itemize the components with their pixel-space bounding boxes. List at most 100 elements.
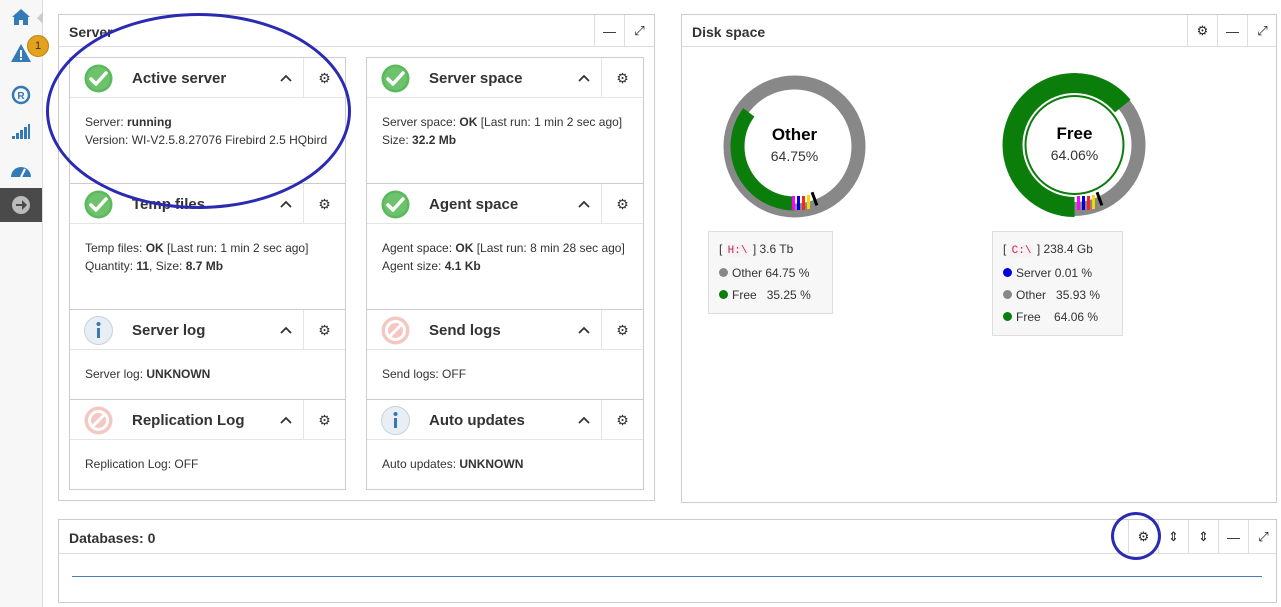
expand-button[interactable]: ⤢ xyxy=(1247,15,1277,47)
status-card-agent-space: Agent space ⚙ Agent space: OK [Last run: 8… xyxy=(366,183,644,310)
card-header: Auto updates ⚙ xyxy=(367,400,643,440)
card-settings-button[interactable]: ⚙ xyxy=(601,58,643,98)
legend-dot xyxy=(719,268,728,277)
disk-h-legend: [ H:\ ] 3.6 Tb Other 64.75 % Free 35.25 … xyxy=(708,231,833,314)
chevron-up-icon xyxy=(578,416,590,424)
replication-icon[interactable]: R xyxy=(0,78,42,112)
card-value: 32.2 Mb xyxy=(412,133,457,147)
collapse-button[interactable] xyxy=(569,184,599,224)
card-header: Send logs ⚙ xyxy=(367,310,643,350)
home-icon[interactable] xyxy=(0,0,42,34)
card-value: OK xyxy=(145,241,164,255)
gear-icon: ⚙ xyxy=(616,69,629,86)
minus-icon: — xyxy=(603,23,616,39)
minus-icon: — xyxy=(1227,529,1240,545)
legend-name: Other xyxy=(1016,288,1047,302)
donut-slice xyxy=(792,196,795,210)
expand-button[interactable]: ⤢ xyxy=(624,15,654,47)
minimize-button[interactable]: — xyxy=(1218,520,1248,554)
legend-dot xyxy=(1003,268,1012,277)
donut-slice xyxy=(1087,196,1090,210)
card-title: Server space xyxy=(429,70,523,87)
alert-badge: 1 xyxy=(27,35,49,57)
drive-label: H:\ xyxy=(725,245,750,257)
expand-icon: ⤢ xyxy=(634,23,645,38)
donut-slice xyxy=(807,195,810,209)
left-sidebar: 1 R xyxy=(0,0,49,607)
card-text: Send logs: OFF xyxy=(382,367,467,381)
sort-icon: ⇕ xyxy=(1198,529,1209,544)
card-value: UNKNOWN xyxy=(146,367,211,381)
dashboard-icon[interactable] xyxy=(0,153,42,187)
collapse-button[interactable] xyxy=(271,310,301,350)
donut-slice xyxy=(1082,196,1085,210)
sort-icon: ⇕ xyxy=(1168,529,1179,544)
card-header: Replication Log ⚙ xyxy=(70,400,345,440)
legend-header: [ C:\ ] 238.4 Gb xyxy=(1003,242,1093,257)
disk-h-donut: Other 64.75% xyxy=(723,75,866,218)
databases-panel: Databases: 0 ⚙ ⇕ ⇕ — ⤢ xyxy=(58,519,1277,603)
card-body: Send logs: OFF xyxy=(382,365,633,383)
collapse-button[interactable] xyxy=(569,310,599,350)
card-value: OK xyxy=(455,241,474,255)
card-text: Temp files: xyxy=(85,241,146,255)
donut-slice xyxy=(1092,195,1095,209)
card-settings-button[interactable]: ⚙ xyxy=(303,400,345,440)
expand-icon: ⤢ xyxy=(1257,23,1268,38)
card-text: Replication Log: OFF xyxy=(85,457,199,471)
card-body: Agent space: OK [Last run: 8 min 28 sec … xyxy=(382,239,633,275)
card-title: Agent space xyxy=(429,196,519,213)
disk-panel-header: Disk space ⚙ — ⤢ xyxy=(682,15,1276,47)
gear-icon: ⚙ xyxy=(616,195,629,212)
collapse-button[interactable] xyxy=(569,58,599,98)
drive-size: 3.6 Tb xyxy=(759,242,794,256)
settings-button[interactable]: ⚙ xyxy=(1187,15,1217,47)
legend-item: Server 0.01 % xyxy=(1003,262,1112,284)
chevron-up-icon xyxy=(280,200,292,208)
gear-icon: ⚙ xyxy=(318,411,331,428)
check-circle-icon xyxy=(84,190,113,219)
card-header: Agent space ⚙ xyxy=(367,184,643,224)
minimize-button[interactable]: — xyxy=(594,15,624,47)
databases-divider xyxy=(72,576,1262,577)
collapse-button[interactable] xyxy=(569,400,599,440)
legend-name: Server xyxy=(1016,266,1052,280)
arrow-right-icon[interactable] xyxy=(0,188,42,222)
legend-dot xyxy=(1003,290,1012,299)
expand-button[interactable]: ⤢ xyxy=(1248,520,1278,554)
legend-item: Other 35.93 % xyxy=(1003,284,1112,306)
donut-label: Free xyxy=(1057,124,1093,143)
card-value: UNKNOWN xyxy=(459,457,524,471)
drive-size: 238.4 Gb xyxy=(1043,242,1093,256)
drive-label: C:\ xyxy=(1009,245,1034,257)
legend-value: 64.75 % xyxy=(765,266,810,280)
gear-icon: ⚙ xyxy=(1196,23,1209,38)
donut-percent: 64.75% xyxy=(771,148,818,164)
card-settings-button[interactable]: ⚙ xyxy=(303,184,345,224)
card-title: Server log xyxy=(132,322,206,339)
card-value: 8.7 Mb xyxy=(185,259,224,273)
annotation-circle-active-server xyxy=(46,13,351,209)
donut-slice xyxy=(802,196,805,210)
legend-value: 64.06 % xyxy=(1054,310,1099,324)
legend-value: 0.01 % xyxy=(1054,266,1093,280)
minimize-button[interactable]: — xyxy=(1217,15,1247,47)
status-card-server-space: Server space ⚙ Server space: OK [Last run:… xyxy=(366,57,644,184)
card-title: Auto updates xyxy=(429,412,525,429)
card-settings-button[interactable]: ⚙ xyxy=(601,310,643,350)
stats-icon[interactable] xyxy=(0,115,42,149)
disk-panel-title: Disk space xyxy=(692,24,766,40)
collapse-button[interactable] xyxy=(271,400,301,440)
card-settings-button[interactable]: ⚙ xyxy=(601,400,643,440)
databases-panel-title: Databases: 0 xyxy=(69,530,156,546)
status-card-send-logs: Send logs ⚙ Send logs: OFF xyxy=(366,309,644,400)
card-settings-button[interactable]: ⚙ xyxy=(601,184,643,224)
disk-c-donut: Free 64.06% xyxy=(1002,73,1147,217)
sort-button-2[interactable]: ⇕ xyxy=(1188,520,1218,554)
sort-button[interactable]: ⇕ xyxy=(1158,520,1188,554)
card-text: Server log: xyxy=(85,367,147,381)
card-value: 4.1 Kb xyxy=(444,259,481,273)
legend-dot xyxy=(719,290,728,299)
card-settings-button[interactable]: ⚙ xyxy=(303,310,345,350)
status-card-server-log: Server log ⚙ Server log: UNKNOWN xyxy=(69,309,346,400)
